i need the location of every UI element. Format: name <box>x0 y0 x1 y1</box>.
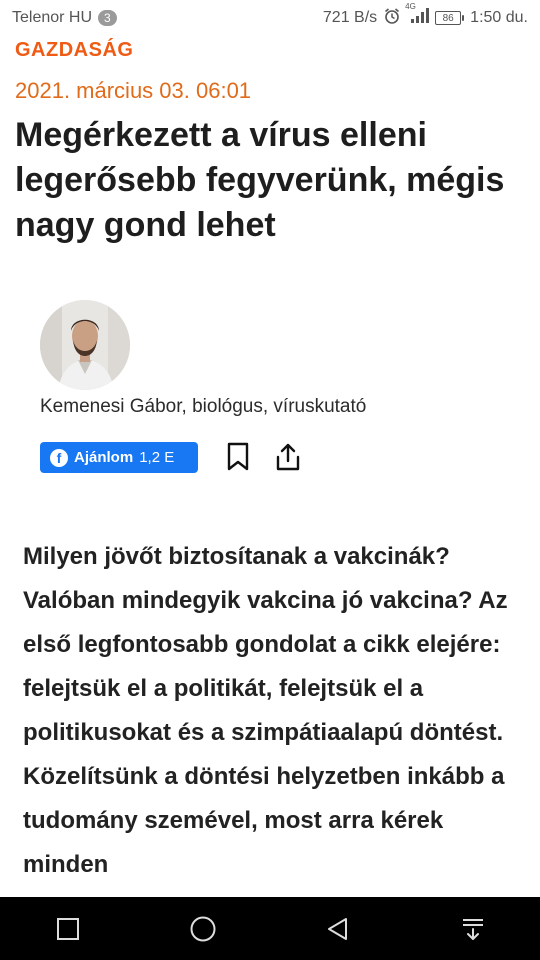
home-button[interactable] <box>178 904 228 954</box>
notifications-pull-button[interactable] <box>448 904 498 954</box>
clock: 1:50 du. <box>470 9 528 26</box>
section-label[interactable]: GAZDASÁG <box>15 39 133 62</box>
carrier-name: Telenor HU <box>12 9 93 26</box>
net-speed: 721 B/s <box>322 9 378 26</box>
battery-level: 86 <box>435 11 462 25</box>
facebook-like-button[interactable]: f Ajánlom 1,2 E <box>40 442 198 473</box>
pull-down-icon <box>462 918 483 940</box>
article-title: Megérkezett a vírus elleni legerősebb fe… <box>15 116 505 244</box>
like-label: Ajánlom <box>74 449 134 466</box>
bookmark-button[interactable] <box>224 440 252 474</box>
like-count: 1,2 E <box>139 449 175 466</box>
alarm-icon <box>383 7 401 30</box>
article-lead: Milyen jövőt biztosítanak a vakcinák? Va… <box>23 543 508 878</box>
recents-button[interactable] <box>43 904 93 954</box>
status-right: 721 B/s 4G 86 1:50 du. <box>322 2 528 30</box>
square-icon <box>56 917 79 940</box>
triangle-back-icon <box>327 917 347 940</box>
status-left: Telenor HU 3 <box>12 9 117 27</box>
network-type: 4G <box>405 1 416 11</box>
signal-icon: 4G <box>405 2 430 29</box>
author-name[interactable]: Kemenesi Gábor, biológus, víruskutató <box>40 396 366 418</box>
author-photo <box>40 300 130 390</box>
article-date: 2021. március 03. 06:01 <box>15 78 252 103</box>
circle-icon <box>190 916 215 941</box>
sim-badge: 3 <box>98 10 117 26</box>
author-avatar[interactable] <box>40 300 130 390</box>
facebook-icon: f <box>50 448 68 467</box>
share-icon <box>276 443 300 471</box>
battery-icon: 86 <box>435 11 465 25</box>
status-bar: Telenor HU 3 721 B/s 4G 86 1:50 du. <box>0 0 540 36</box>
share-button[interactable] <box>273 440 303 474</box>
navigation-bar <box>0 897 540 960</box>
back-button[interactable] <box>313 904 363 954</box>
bookmark-icon <box>227 442 249 471</box>
